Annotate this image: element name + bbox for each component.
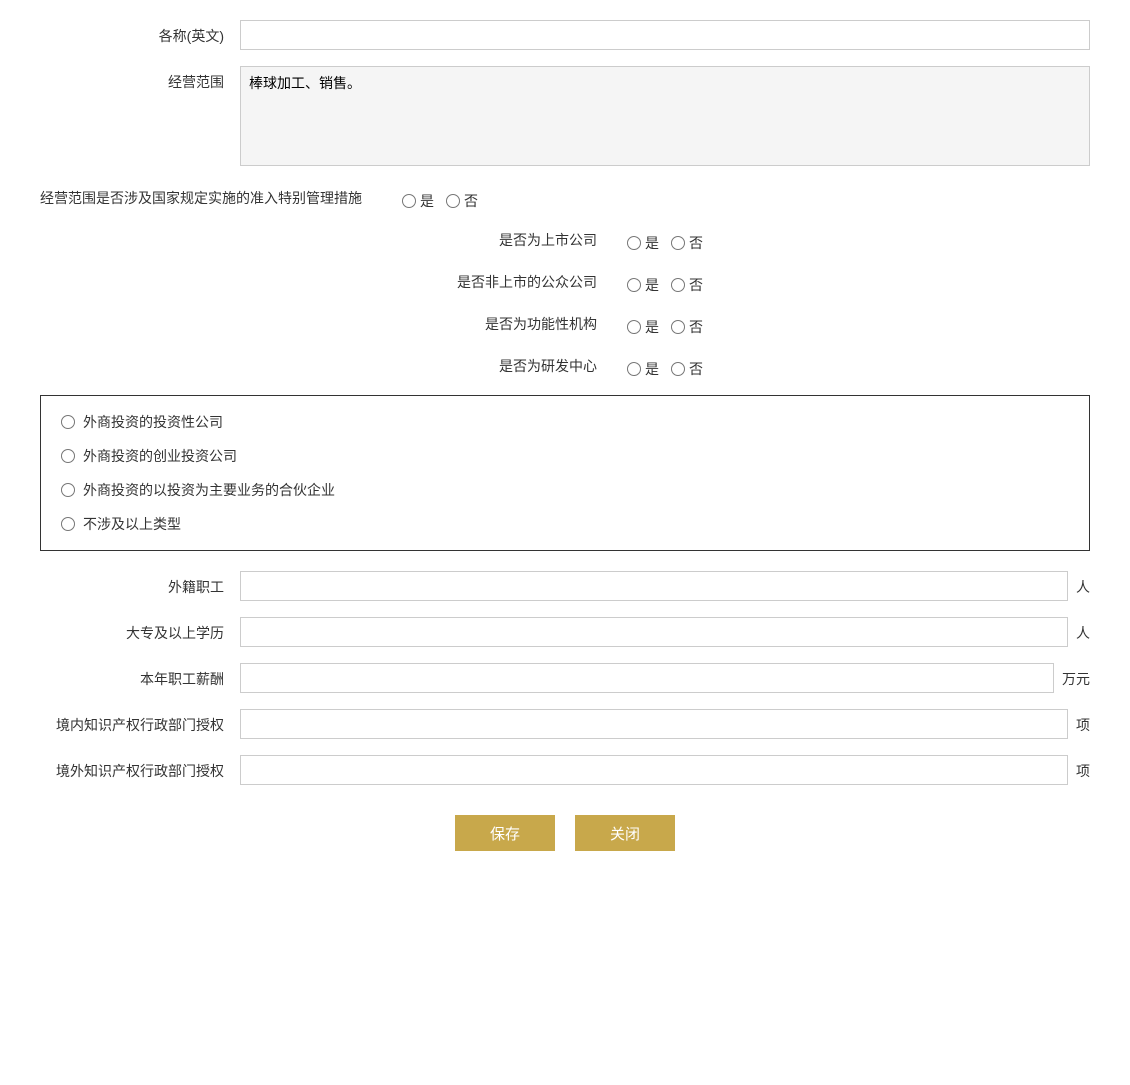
form-container: 各称(英文) 经营范围 棒球加工、销售。 经营范围是否涉及国家规定实施的准入特别… bbox=[40, 20, 1090, 851]
college-edu-row: 大专及以上学历 人 bbox=[40, 617, 1090, 647]
rd-center-label: 是否为研发中心 bbox=[427, 356, 627, 376]
non-listed-public-label: 是否非上市的公众公司 bbox=[427, 272, 627, 292]
special-mgmt-no-label: 否 bbox=[464, 191, 478, 211]
rd-center-yes-label: 是 bbox=[645, 359, 659, 379]
functional-org-label: 是否为功能性机构 bbox=[427, 314, 627, 334]
non-listed-public-radio-group: 是 否 bbox=[627, 269, 703, 295]
annual-salary-input[interactable] bbox=[240, 663, 1054, 693]
annual-salary-label: 本年职工薪酬 bbox=[40, 663, 240, 689]
foreign-invest-label2: 外商投资的创业投资公司 bbox=[83, 446, 237, 466]
foreign-invest-radio4[interactable] bbox=[61, 517, 75, 531]
college-edu-label: 大专及以上学历 bbox=[40, 617, 240, 643]
business-scope-row: 经营范围 棒球加工、销售。 bbox=[40, 66, 1090, 169]
business-scope-input[interactable]: 棒球加工、销售。 bbox=[240, 66, 1090, 166]
listed-no-radio[interactable] bbox=[671, 236, 685, 250]
foreign-invest-radio2[interactable] bbox=[61, 449, 75, 463]
functional-org-no-label: 否 bbox=[689, 317, 703, 337]
listed-label: 是否为上市公司 bbox=[427, 230, 627, 250]
business-scope-label: 经营范围 bbox=[40, 66, 240, 92]
non-listed-public-yes-option[interactable]: 是 bbox=[627, 275, 659, 295]
annual-salary-control bbox=[240, 663, 1054, 693]
rd-center-yes-radio[interactable] bbox=[627, 362, 641, 376]
special-mgmt-no-radio[interactable] bbox=[446, 194, 460, 208]
domestic-ip-row: 境内知识产权行政部门授权 项 bbox=[40, 709, 1090, 739]
foreign-staff-label: 外籍职工 bbox=[40, 571, 240, 597]
rd-center-radio-group: 是 否 bbox=[627, 353, 703, 379]
non-listed-public-yes-label: 是 bbox=[645, 275, 659, 295]
foreign-ip-unit: 项 bbox=[1068, 755, 1090, 781]
foreign-invest-option4[interactable]: 不涉及以上类型 bbox=[61, 514, 1069, 534]
foreign-invest-option3[interactable]: 外商投资的以投资为主要业务的合伙企业 bbox=[61, 480, 1069, 500]
listed-no-label: 否 bbox=[689, 233, 703, 253]
foreign-invest-label4: 不涉及以上类型 bbox=[83, 514, 181, 534]
non-listed-public-yes-radio[interactable] bbox=[627, 278, 641, 292]
non-listed-public-no-option[interactable]: 否 bbox=[671, 275, 703, 295]
foreign-invest-box: 外商投资的投资性公司 外商投资的创业投资公司 外商投资的以投资为主要业务的合伙企… bbox=[40, 395, 1090, 551]
non-listed-public-no-radio[interactable] bbox=[671, 278, 685, 292]
button-row: 保存 关闭 bbox=[40, 815, 1090, 851]
special-mgmt-radio-group: 是 否 bbox=[402, 185, 478, 211]
listed-radio-group: 是 否 bbox=[627, 227, 703, 253]
special-mgmt-yes-radio[interactable] bbox=[402, 194, 416, 208]
non-listed-public-row: 是否非上市的公众公司 是 否 bbox=[40, 269, 1090, 295]
annual-salary-row: 本年职工薪酬 万元 bbox=[40, 663, 1090, 693]
rd-center-no-radio[interactable] bbox=[671, 362, 685, 376]
foreign-staff-row: 外籍职工 人 bbox=[40, 571, 1090, 601]
special-mgmt-no-option[interactable]: 否 bbox=[446, 191, 478, 211]
special-mgmt-label: 经营范围是否涉及国家规定实施的准入特别管理措施 bbox=[40, 188, 402, 208]
business-scope-wrapper: 棒球加工、销售。 bbox=[240, 66, 1090, 169]
listed-yes-radio[interactable] bbox=[627, 236, 641, 250]
name-en-label: 各称(英文) bbox=[40, 20, 240, 46]
foreign-invest-option2[interactable]: 外商投资的创业投资公司 bbox=[61, 446, 1069, 466]
domestic-ip-unit: 项 bbox=[1068, 709, 1090, 735]
special-mgmt-row: 经营范围是否涉及国家规定实施的准入特别管理措施 是 否 bbox=[40, 185, 1090, 211]
foreign-ip-input[interactable] bbox=[240, 755, 1068, 785]
save-button[interactable]: 保存 bbox=[455, 815, 555, 851]
name-en-row: 各称(英文) bbox=[40, 20, 1090, 50]
functional-org-row: 是否为功能性机构 是 否 bbox=[40, 311, 1090, 337]
foreign-ip-row: 境外知识产权行政部门授权 项 bbox=[40, 755, 1090, 785]
rd-center-no-option[interactable]: 否 bbox=[671, 359, 703, 379]
foreign-ip-label: 境外知识产权行政部门授权 bbox=[40, 755, 240, 781]
foreign-ip-control bbox=[240, 755, 1068, 785]
domestic-ip-input[interactable] bbox=[240, 709, 1068, 739]
domestic-ip-label: 境内知识产权行政部门授权 bbox=[40, 709, 240, 735]
functional-org-yes-radio[interactable] bbox=[627, 320, 641, 334]
functional-org-no-option[interactable]: 否 bbox=[671, 317, 703, 337]
special-mgmt-yes-label: 是 bbox=[420, 191, 434, 211]
listed-yes-option[interactable]: 是 bbox=[627, 233, 659, 253]
foreign-staff-input[interactable] bbox=[240, 571, 1068, 601]
foreign-invest-label3: 外商投资的以投资为主要业务的合伙企业 bbox=[83, 480, 335, 500]
college-edu-unit: 人 bbox=[1068, 617, 1090, 643]
annual-salary-unit: 万元 bbox=[1054, 663, 1090, 689]
college-edu-control bbox=[240, 617, 1068, 647]
college-edu-input[interactable] bbox=[240, 617, 1068, 647]
rd-center-row: 是否为研发中心 是 否 bbox=[40, 353, 1090, 379]
rd-center-yes-option[interactable]: 是 bbox=[627, 359, 659, 379]
domestic-ip-control bbox=[240, 709, 1068, 739]
foreign-staff-control bbox=[240, 571, 1068, 601]
foreign-invest-radio3[interactable] bbox=[61, 483, 75, 497]
foreign-invest-option1[interactable]: 外商投资的投资性公司 bbox=[61, 412, 1069, 432]
foreign-invest-label1: 外商投资的投资性公司 bbox=[83, 412, 223, 432]
foreign-staff-unit: 人 bbox=[1068, 571, 1090, 597]
non-listed-public-no-label: 否 bbox=[689, 275, 703, 295]
functional-org-no-radio[interactable] bbox=[671, 320, 685, 334]
rd-center-no-label: 否 bbox=[689, 359, 703, 379]
listed-yes-label: 是 bbox=[645, 233, 659, 253]
functional-org-yes-option[interactable]: 是 bbox=[627, 317, 659, 337]
name-en-input[interactable] bbox=[240, 20, 1090, 50]
functional-org-radio-group: 是 否 bbox=[627, 311, 703, 337]
listed-row: 是否为上市公司 是 否 bbox=[40, 227, 1090, 253]
functional-org-yes-label: 是 bbox=[645, 317, 659, 337]
listed-no-option[interactable]: 否 bbox=[671, 233, 703, 253]
foreign-invest-radio1[interactable] bbox=[61, 415, 75, 429]
close-button[interactable]: 关闭 bbox=[575, 815, 675, 851]
special-mgmt-yes-option[interactable]: 是 bbox=[402, 191, 434, 211]
name-en-control bbox=[240, 20, 1090, 50]
